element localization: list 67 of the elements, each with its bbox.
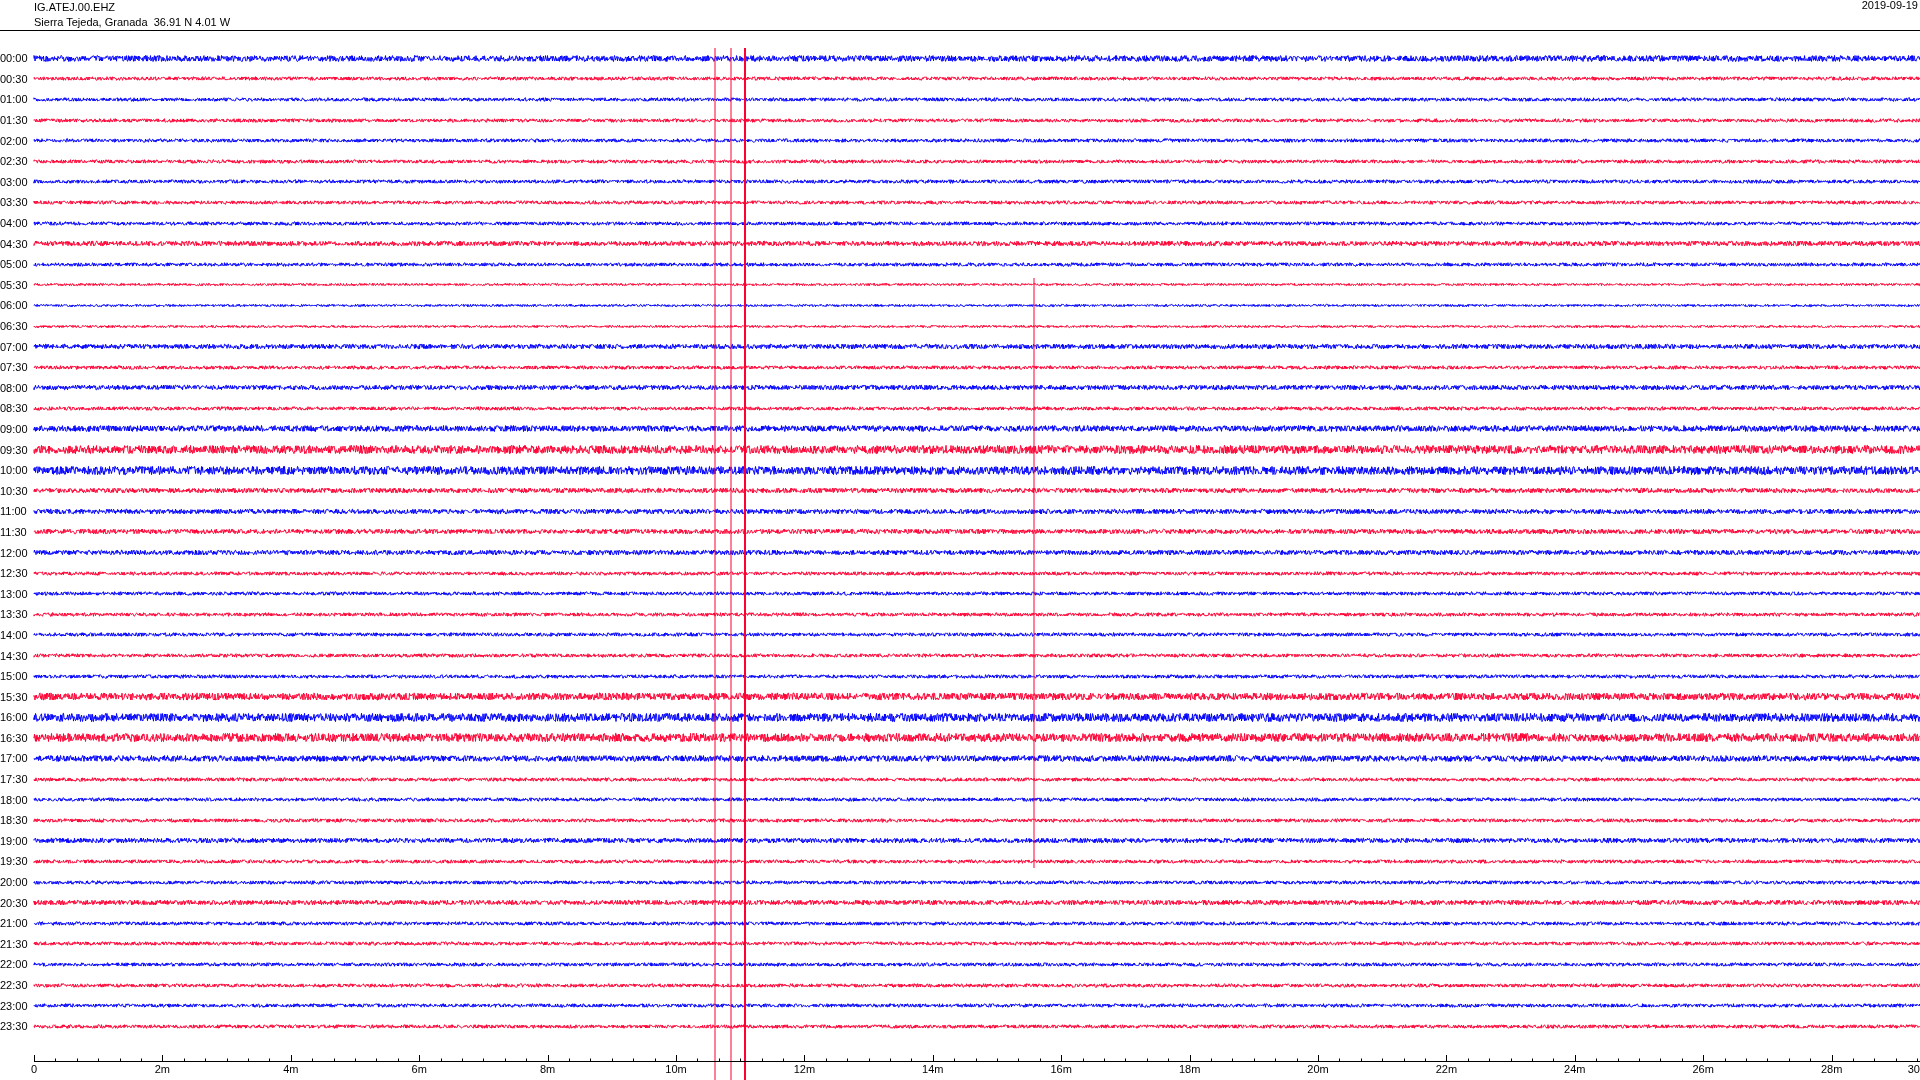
axis-tick-label: 18m <box>1178 1062 1201 1076</box>
hour-label: 00:30 <box>0 72 29 85</box>
hour-label: 23:30 <box>0 1020 29 1033</box>
hour-label: 11:30 <box>0 525 28 538</box>
hour-label: 19:30 <box>0 855 29 868</box>
axis-tick-label: 28m <box>1820 1062 1843 1076</box>
hour-label: 03:00 <box>0 175 29 188</box>
hour-label: 07:30 <box>0 361 29 374</box>
hour-label: 01:00 <box>0 93 29 106</box>
axis-tick-label: 24m <box>1564 1062 1586 1076</box>
station-name: Sierra Tejeda, Granada 36.91 N 4.01 W <box>34 15 231 30</box>
axis-tick-label: 2m <box>154 1062 171 1076</box>
axis-tick-label: 22m <box>1435 1062 1458 1076</box>
hour-label: 06:00 <box>0 299 29 312</box>
hour-label: 11:00 <box>0 505 28 518</box>
hour-label: 05:30 <box>0 278 29 291</box>
plot-date: 2019-09-19 <box>1861 0 1918 13</box>
hour-label: 14:00 <box>0 628 29 641</box>
axis-tick-label: 4m <box>283 1062 299 1076</box>
hour-label: 04:30 <box>0 237 29 250</box>
hour-label: 08:30 <box>0 402 29 415</box>
hour-label: 16:00 <box>0 711 29 724</box>
hour-label: 22:30 <box>0 979 29 991</box>
hour-label: 23:00 <box>0 999 29 1012</box>
axis-tick-label: 0 <box>30 1062 38 1076</box>
hour-label: 14:30 <box>0 649 29 662</box>
hour-label: 15:00 <box>0 670 29 683</box>
hour-label: 22:00 <box>0 958 29 971</box>
hour-label: 05:00 <box>0 258 29 271</box>
hour-label: 15:30 <box>0 690 29 703</box>
axis-tick-label: 16m <box>1050 1062 1072 1076</box>
hour-label: 07:00 <box>0 340 29 353</box>
hour-label: 13:30 <box>0 608 29 621</box>
hour-label: 13:00 <box>0 587 29 600</box>
axis-tick-label: 26m <box>1692 1062 1714 1076</box>
hour-label: 20:30 <box>0 896 29 909</box>
hour-label: 21:30 <box>0 937 29 950</box>
hour-label: 06:30 <box>0 320 29 332</box>
axis-tick-label: 12m <box>793 1062 816 1076</box>
hour-label: 17:30 <box>0 773 29 786</box>
axis-tick-label: 30 <box>1907 1062 1920 1076</box>
hour-label: 02:30 <box>0 155 29 168</box>
hour-label: 10:00 <box>0 464 29 477</box>
hour-label: 12:30 <box>0 567 29 580</box>
axis-tick-label: 20m <box>1307 1062 1329 1076</box>
hour-label: 04:00 <box>0 217 29 230</box>
hour-label: 19:00 <box>0 834 29 847</box>
hour-label: 00:00 <box>0 52 29 65</box>
hour-label: 02:00 <box>0 134 29 147</box>
hour-label: 18:30 <box>0 814 29 827</box>
axis-tick-label: 10m <box>665 1062 687 1076</box>
hour-label: 20:00 <box>0 876 29 889</box>
hour-label: 01:30 <box>0 114 29 127</box>
hour-label: 08:00 <box>0 381 29 394</box>
hour-label: 17:00 <box>0 752 29 765</box>
hour-label: 21:00 <box>0 917 29 930</box>
axis-tick-label: 6m <box>411 1062 427 1076</box>
axis-tick-label: 14m <box>922 1062 944 1076</box>
hour-label: 16:30 <box>0 731 29 744</box>
hour-label: 18:00 <box>0 793 29 806</box>
hour-label: 09:00 <box>0 423 29 435</box>
hour-label: 03:30 <box>0 196 29 209</box>
axis-tick-label: 8m <box>539 1062 556 1076</box>
hour-label: 12:00 <box>0 546 29 559</box>
hour-label: 09:30 <box>0 443 29 456</box>
hour-label: 10:30 <box>0 484 29 497</box>
channel-code: IG.ATEJ.00.EHZ <box>34 0 117 15</box>
